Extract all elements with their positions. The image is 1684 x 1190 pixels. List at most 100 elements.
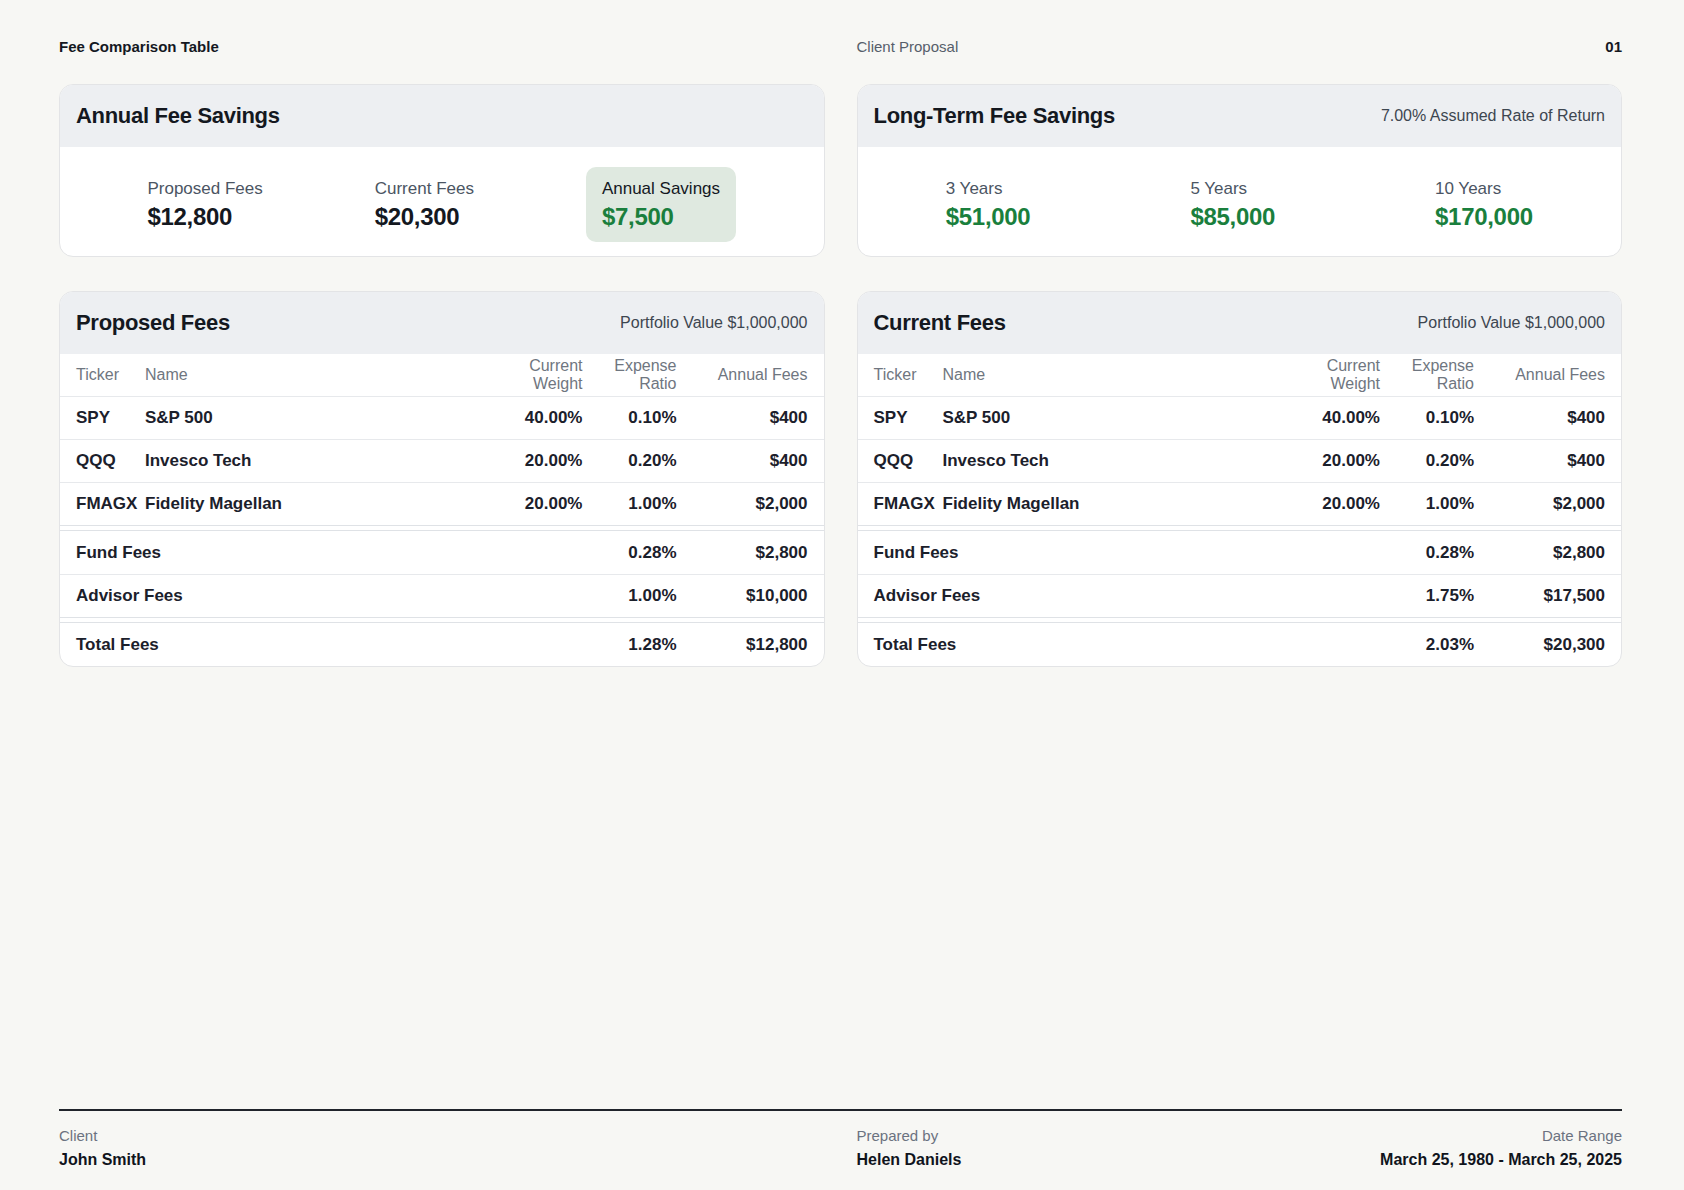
col-header-name: Name bbox=[145, 366, 473, 384]
total-fees-row: Total Fees 2.03% $20,300 bbox=[858, 623, 1622, 666]
cell-weight: 20.00% bbox=[1270, 494, 1380, 514]
total-label: Total Fees bbox=[874, 635, 1271, 655]
col-header-expense-ratio: Expense Ratio bbox=[583, 357, 677, 393]
proposed-portfolio-value: Portfolio Value $1,000,000 bbox=[620, 314, 807, 332]
cell-fees: $400 bbox=[1474, 408, 1605, 428]
col-header-expense-ratio: Expense Ratio bbox=[1380, 357, 1474, 393]
cell-ratio: 0.10% bbox=[1380, 408, 1474, 428]
assumed-rate-label: 7.00% Assumed Rate of Return bbox=[1381, 107, 1605, 125]
table-row: SPY S&P 500 40.00% 0.10% $400 bbox=[60, 396, 824, 439]
date-range-label: Date Range bbox=[1380, 1127, 1622, 1145]
summary-fees: $2,800 bbox=[677, 543, 808, 563]
current-fees-card: Current Fees Portfolio Value $1,000,000 … bbox=[857, 291, 1623, 667]
current-fees-stat-value: $20,300 bbox=[375, 204, 474, 230]
cell-weight: 20.00% bbox=[473, 451, 583, 471]
cell-name: Invesco Tech bbox=[943, 451, 1271, 471]
long-term-savings-card: Long-Term Fee Savings 7.00% Assumed Rate… bbox=[857, 84, 1623, 257]
footer-date-range: Date Range March 25, 1980 - March 25, 20… bbox=[1380, 1127, 1622, 1169]
total-ratio: 1.28% bbox=[583, 635, 677, 655]
proposed-fees-card: Proposed Fees Portfolio Value $1,000,000… bbox=[59, 291, 825, 667]
table-row: SPY S&P 500 40.00% 0.10% $400 bbox=[858, 396, 1622, 439]
table-row: QQQ Invesco Tech 20.00% 0.20% $400 bbox=[60, 439, 824, 482]
cell-ticker: SPY bbox=[874, 408, 943, 428]
fund-fees-row: Fund Fees 0.28% $2,800 bbox=[60, 531, 824, 574]
col-header-annual-fees: Annual Fees bbox=[677, 366, 808, 384]
footer-client: Client John Smith bbox=[59, 1127, 825, 1169]
current-fees-stat: Current Fees $20,300 bbox=[375, 179, 474, 230]
long-term-savings-stats: 3 Years $51,000 5 Years $85,000 10 Years… bbox=[858, 147, 1622, 256]
summary-fees: $10,000 bbox=[677, 586, 808, 606]
cell-ticker: QQQ bbox=[76, 451, 145, 471]
fund-fees-row: Fund Fees 0.28% $2,800 bbox=[858, 531, 1622, 574]
cell-weight: 20.00% bbox=[473, 494, 583, 514]
five-year-stat-value: $85,000 bbox=[1190, 204, 1275, 230]
cell-ticker: SPY bbox=[76, 408, 145, 428]
proposed-fees-stat-value: $12,800 bbox=[147, 204, 262, 230]
summary-ratio: 1.75% bbox=[1380, 586, 1474, 606]
cell-ratio: 0.20% bbox=[1380, 451, 1474, 471]
fee-tables-row: Proposed Fees Portfolio Value $1,000,000… bbox=[59, 291, 1622, 667]
cell-fees: $400 bbox=[1474, 451, 1605, 471]
ten-year-stat-value: $170,000 bbox=[1435, 204, 1533, 230]
proposed-fees-stat-label: Proposed Fees bbox=[147, 179, 262, 199]
current-fees-header: Current Fees Portfolio Value $1,000,000 bbox=[858, 292, 1622, 354]
annual-savings-stat-label: Annual Savings bbox=[602, 179, 720, 199]
annual-savings-stat-value: $7,500 bbox=[602, 204, 720, 230]
cell-ratio: 0.20% bbox=[583, 451, 677, 471]
ten-year-stat: 10 Years $170,000 bbox=[1435, 179, 1533, 230]
document-subtitle: Client Proposal bbox=[857, 38, 959, 56]
client-label: Client bbox=[59, 1127, 825, 1145]
cell-name: S&P 500 bbox=[943, 408, 1271, 428]
summary-ratio: 0.28% bbox=[583, 543, 677, 563]
col-header-name: Name bbox=[943, 366, 1271, 384]
col-header-ticker: Ticker bbox=[874, 366, 943, 384]
current-fees-title: Current Fees bbox=[874, 310, 1006, 336]
table-row: QQQ Invesco Tech 20.00% 0.20% $400 bbox=[858, 439, 1622, 482]
footer-prepared-by: Prepared by Helen Daniels bbox=[857, 1127, 962, 1169]
prepared-by-label: Prepared by bbox=[857, 1127, 962, 1145]
page-footer: Client John Smith Prepared by Helen Dani… bbox=[59, 1109, 1622, 1169]
cell-name: Fidelity Magellan bbox=[145, 494, 473, 514]
table-row: FMAGX Fidelity Magellan 20.00% 1.00% $2,… bbox=[60, 482, 824, 525]
col-header-current-weight: Current Weight bbox=[473, 357, 583, 393]
report-page: Fee Comparison Table Client Proposal 01 … bbox=[0, 0, 1684, 667]
summary-label: Fund Fees bbox=[874, 543, 1271, 563]
col-header-ticker: Ticker bbox=[76, 366, 145, 384]
cell-weight: 40.00% bbox=[1270, 408, 1380, 428]
cell-ticker: QQQ bbox=[874, 451, 943, 471]
col-header-annual-fees: Annual Fees bbox=[1474, 366, 1605, 384]
summary-label: Advisor Fees bbox=[76, 586, 473, 606]
cell-ratio: 0.10% bbox=[583, 408, 677, 428]
cell-name: Fidelity Magellan bbox=[943, 494, 1271, 514]
long-term-savings-title: Long-Term Fee Savings bbox=[874, 103, 1115, 129]
advisor-fees-row: Advisor Fees 1.75% $17,500 bbox=[858, 574, 1622, 617]
cell-fees: $2,000 bbox=[677, 494, 808, 514]
annual-fee-savings-card: Annual Fee Savings Proposed Fees $12,800… bbox=[59, 84, 825, 257]
total-label: Total Fees bbox=[76, 635, 473, 655]
top-header: Fee Comparison Table Client Proposal 01 bbox=[59, 38, 1622, 56]
cell-fees: $2,000 bbox=[1474, 494, 1605, 514]
cell-name: S&P 500 bbox=[145, 408, 473, 428]
summary-fees: $2,800 bbox=[1474, 543, 1605, 563]
total-fees: $20,300 bbox=[1474, 635, 1605, 655]
cell-fees: $400 bbox=[677, 408, 808, 428]
prepared-by-name: Helen Daniels bbox=[857, 1150, 962, 1169]
ten-year-stat-label: 10 Years bbox=[1435, 179, 1533, 199]
five-year-stat-label: 5 Years bbox=[1190, 179, 1275, 199]
five-year-stat: 5 Years $85,000 bbox=[1190, 179, 1275, 230]
table-row: FMAGX Fidelity Magellan 20.00% 1.00% $2,… bbox=[858, 482, 1622, 525]
annual-fee-savings-stats: Proposed Fees $12,800 Current Fees $20,3… bbox=[60, 147, 824, 256]
proposed-fees-column-headers: Ticker Name Current Weight Expense Ratio… bbox=[60, 354, 824, 396]
current-portfolio-value: Portfolio Value $1,000,000 bbox=[1418, 314, 1605, 332]
cell-name: Invesco Tech bbox=[145, 451, 473, 471]
summary-ratio: 0.28% bbox=[1380, 543, 1474, 563]
cell-ratio: 1.00% bbox=[1380, 494, 1474, 514]
page-number: 01 bbox=[1605, 38, 1622, 56]
three-year-stat-label: 3 Years bbox=[946, 179, 1031, 199]
proposed-fees-title: Proposed Fees bbox=[76, 310, 230, 336]
cell-ratio: 1.00% bbox=[583, 494, 677, 514]
summary-ratio: 1.00% bbox=[583, 586, 677, 606]
proposed-fees-header: Proposed Fees Portfolio Value $1,000,000 bbox=[60, 292, 824, 354]
cell-fees: $400 bbox=[677, 451, 808, 471]
document-title: Fee Comparison Table bbox=[59, 38, 825, 56]
